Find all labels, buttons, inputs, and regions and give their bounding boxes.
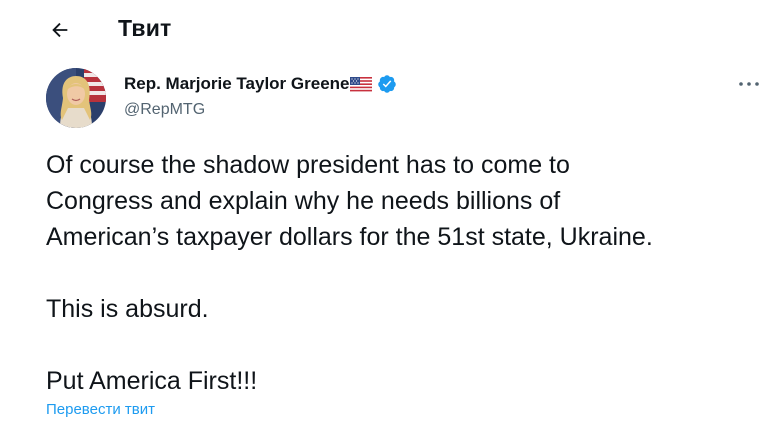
more-horizontal-icon — [739, 82, 759, 86]
translate-tweet-link[interactable]: Перевести твит — [46, 401, 155, 418]
tweet-text-line: Of course the shadow president has to co… — [46, 151, 570, 179]
tweet-text: Of course the shadow president has to co… — [46, 147, 766, 399]
header-bar: Твит — [0, 0, 774, 58]
avatar-image — [46, 68, 106, 128]
back-button[interactable] — [46, 16, 74, 44]
display-name-group: Rep. Marjorie Taylor Greene — [124, 74, 397, 94]
us-flag-icon — [350, 76, 373, 92]
user-handle[interactable]: @RepMTG — [124, 101, 205, 119]
verified-badge-icon[interactable] — [377, 74, 397, 94]
tweet-text-line: American’s taxpayer dollars for the 51st… — [46, 223, 653, 251]
tweet-text-line: Congress and explain why he needs billio… — [46, 187, 561, 215]
tweet-author-row: Rep. Marjorie Taylor Greene @RepMTG — [46, 68, 766, 130]
tweet-text-paragraph: This is absurd. — [46, 295, 209, 323]
display-name[interactable]: Rep. Marjorie Taylor Greene — [124, 74, 349, 94]
tweet-text-paragraph: Put America First!!! — [46, 367, 258, 395]
page-title: Твит — [118, 15, 172, 41]
arrow-left-icon — [52, 22, 68, 38]
more-options-button[interactable] — [736, 74, 762, 94]
avatar[interactable] — [46, 68, 106, 128]
tweet-page: Твит Rep. Marjorie Taylor Greene @RepMTG… — [0, 0, 774, 435]
